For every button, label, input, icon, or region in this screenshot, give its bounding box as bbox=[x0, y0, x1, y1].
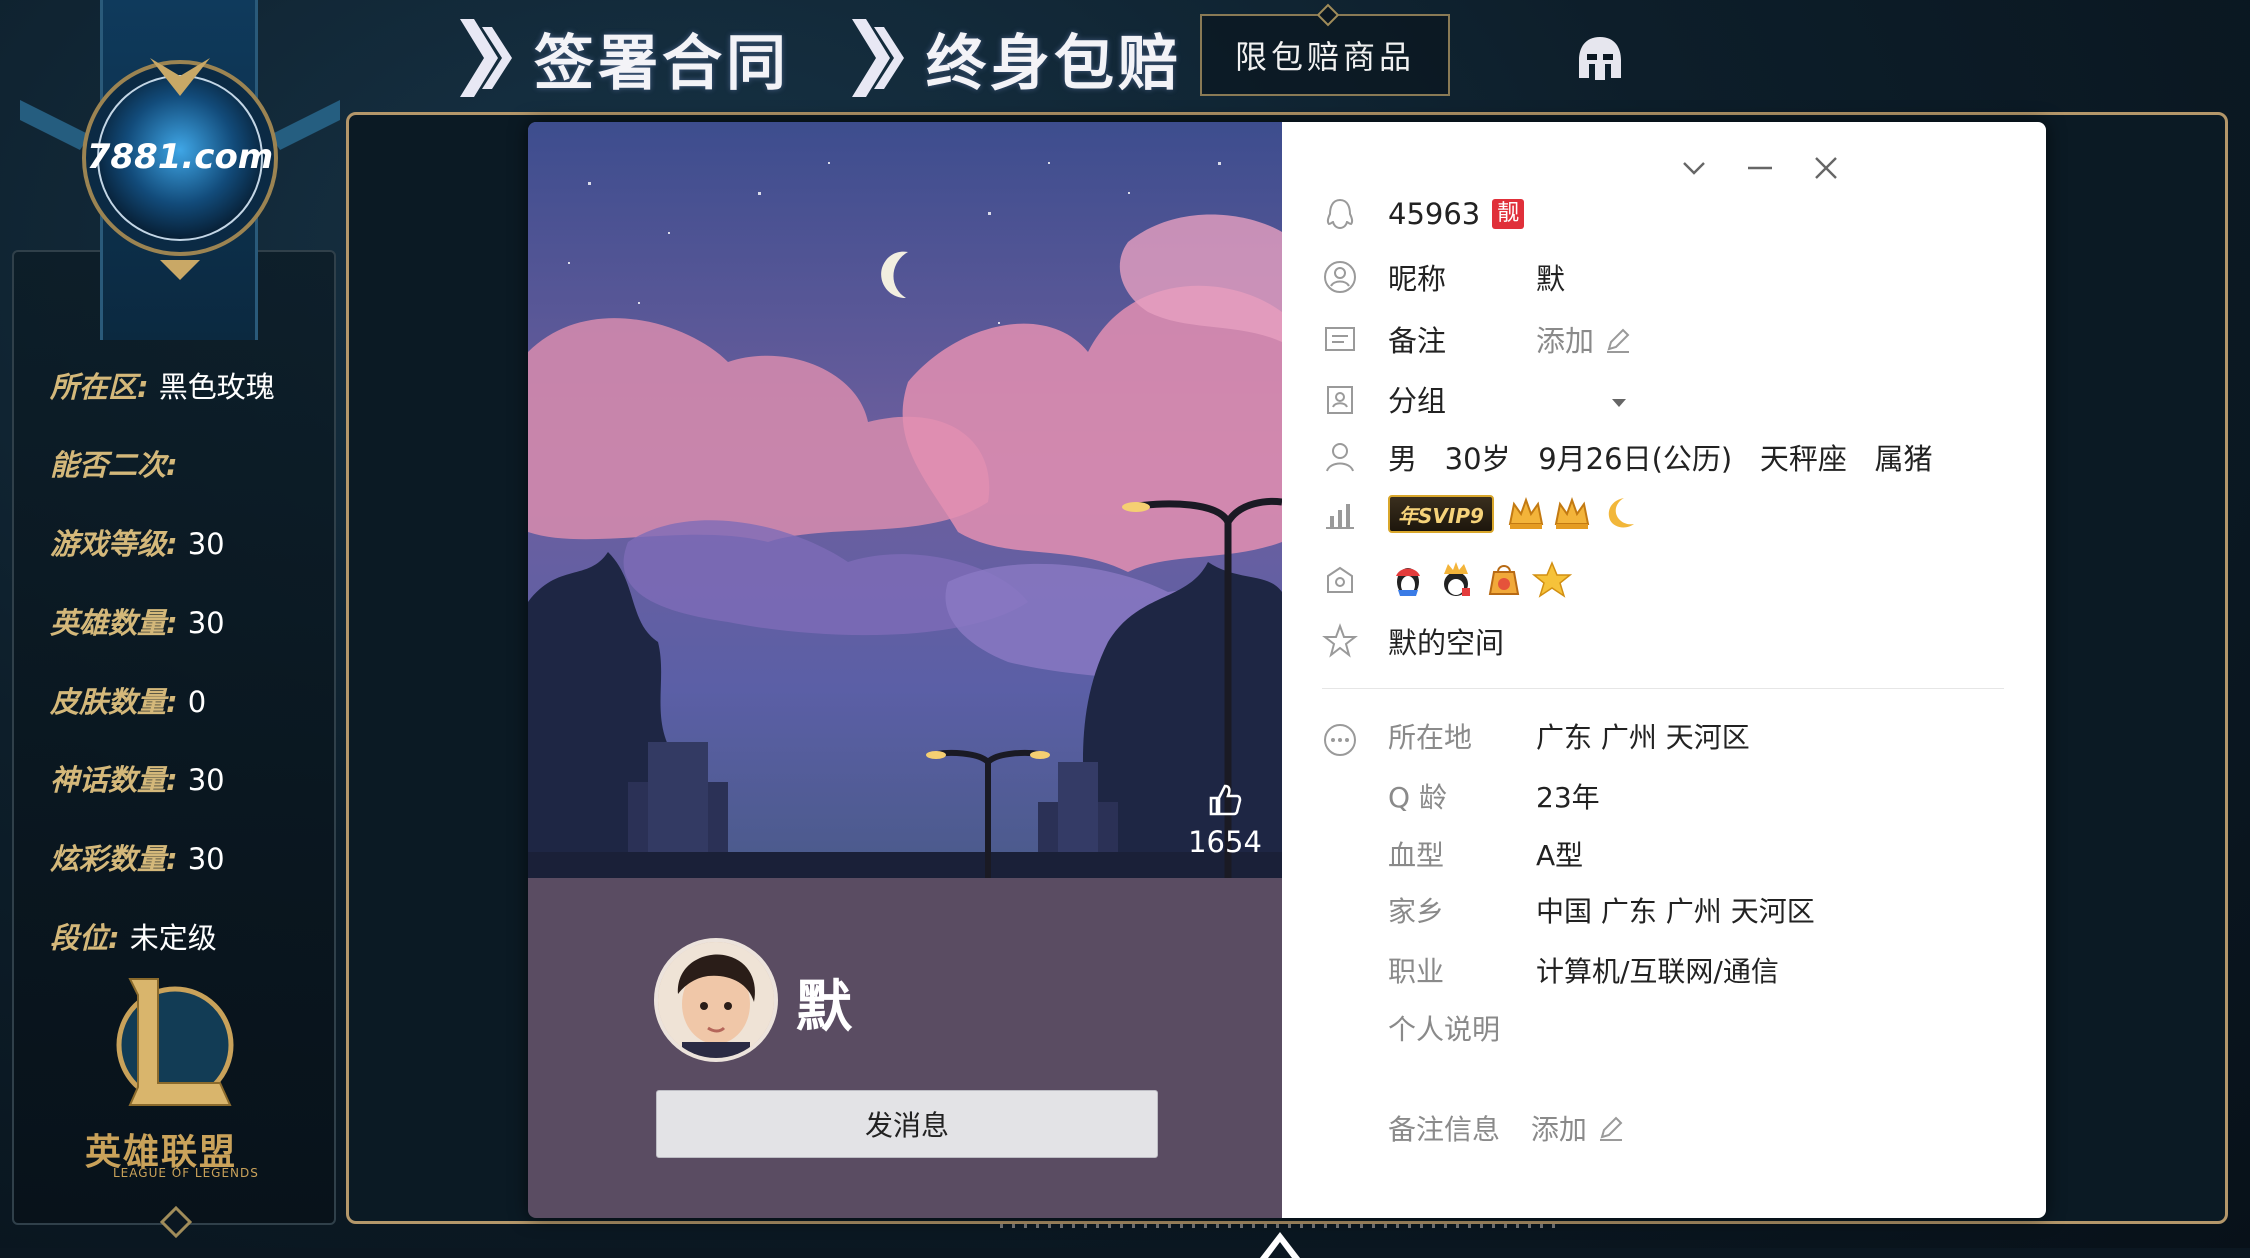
penguin-crown-icon[interactable] bbox=[1436, 560, 1476, 600]
profile-info-panel: 45963 靓 昵称 默 备注 添加 分组 男 30岁 9月26日(公历) 天秤… bbox=[1282, 122, 2046, 1218]
stat-rank: 段位: 未定级 bbox=[50, 921, 217, 955]
remark-add-button[interactable]: 添加 bbox=[1536, 318, 1633, 360]
svip-badge[interactable]: 年SVIP9 bbox=[1388, 495, 1494, 533]
send-message-label: 发消息 bbox=[864, 1109, 949, 1142]
like-count: 1654 bbox=[1188, 825, 1262, 859]
qq-number: 45963 bbox=[1388, 197, 1481, 231]
edit-pencil-icon bbox=[1599, 1116, 1623, 1141]
logo-emblem: 7881.com bbox=[20, 58, 340, 280]
lucky-bag-icon[interactable] bbox=[1484, 560, 1524, 600]
crown-icon[interactable] bbox=[1552, 494, 1592, 534]
avatar-image bbox=[658, 942, 774, 1058]
stat-server: 所在区: 黑色玫瑰 bbox=[50, 370, 275, 404]
moon-icon[interactable] bbox=[1598, 494, 1638, 534]
nickname-label: 昵称 bbox=[1388, 262, 1447, 296]
stat-chroma: 炫彩数量: 30 bbox=[50, 842, 225, 876]
remark-add-label: 添加 bbox=[1536, 324, 1595, 358]
detail-blood-type: 血型 A型 bbox=[1388, 839, 1584, 872]
diamond-ornament bbox=[1316, 3, 1340, 27]
thumbs-up-icon bbox=[1209, 784, 1242, 816]
detail-location: 所在地 广东 广州 天河区 bbox=[1388, 721, 1750, 754]
gift-box-icon bbox=[1327, 566, 1353, 593]
qq-profile-card: 1654 默 发消息 45963 靓 昵称 默 备注 添加 分组 男 30岁 9… bbox=[528, 122, 2046, 1218]
qq-number-row: 45963 靓 bbox=[1322, 196, 1525, 232]
person-icon bbox=[1326, 443, 1354, 472]
chevron-up-icon bbox=[1260, 1232, 1300, 1258]
star-icon[interactable] bbox=[1532, 560, 1572, 600]
edit-pencil-icon bbox=[1607, 328, 1630, 353]
nickname-value: 默 bbox=[1536, 262, 1566, 296]
minimize-icon[interactable] bbox=[1742, 150, 1778, 186]
header-lifetime: 终身包赔 bbox=[852, 18, 1182, 99]
detail-occupation: 职业 计算机/互联网/通信 bbox=[1388, 955, 1779, 988]
dropdown-arrow-icon bbox=[1612, 399, 1626, 407]
id-card-icon bbox=[1325, 327, 1355, 351]
logo-text: 7881.com bbox=[87, 137, 274, 177]
remark-info-label: 备注信息 bbox=[1388, 1113, 1501, 1146]
qq-penguin-icon bbox=[1326, 198, 1354, 230]
remark-info-add-button[interactable]: 添加 bbox=[1531, 1113, 1626, 1146]
crown-icon[interactable] bbox=[1506, 494, 1546, 534]
profile-cover-panel: 1654 默 发消息 bbox=[528, 122, 1282, 1218]
guarantee-goods-label: 限包赔商品 bbox=[1234, 38, 1415, 76]
detail-qq-age: Q 龄 23年 bbox=[1388, 781, 1600, 814]
group-row: 分组 bbox=[1322, 378, 1626, 420]
double-chevron-icon bbox=[460, 19, 512, 97]
group-dropdown[interactable] bbox=[1536, 382, 1626, 416]
group-label: 分组 bbox=[1388, 384, 1447, 418]
remark-row: 备注 添加 bbox=[1322, 318, 1633, 360]
remark-info-add-label: 添加 bbox=[1530, 1113, 1587, 1146]
detail-hometown: 家乡 中国 广东 广州 天河区 bbox=[1388, 895, 1815, 928]
league-logo-en: LEAGUE OF LEGENDS bbox=[113, 1166, 259, 1180]
divider bbox=[1322, 688, 2004, 689]
header-lifetime-label: 终身包赔 bbox=[926, 28, 1182, 99]
stat-level: 游戏等级: 30 bbox=[50, 527, 225, 561]
close-icon[interactable] bbox=[1808, 150, 1844, 186]
group-icon bbox=[1327, 386, 1353, 414]
basic-info-row: 男 30岁 9月26日(公历) 天秤座 属猪 bbox=[1322, 436, 1933, 478]
profile-name: 默 bbox=[796, 975, 852, 1040]
stat-skins: 皮肤数量: 0 bbox=[50, 685, 207, 719]
detail-bio: 个人说明 bbox=[1388, 1013, 1501, 1046]
qzone-row[interactable]: 默的空间 bbox=[1322, 620, 1504, 662]
user-circle-icon bbox=[1324, 261, 1356, 293]
stat-secondary: 能否二次: bbox=[50, 448, 178, 482]
header-contract: 签署合同 bbox=[460, 18, 790, 99]
left-info-panel: 7881.com 所在区: 黑色玫瑰 能否二次: 游戏等级: 30 英雄数量: … bbox=[0, 0, 340, 1248]
remark-info-row: 备注信息 添加 bbox=[1388, 1108, 1626, 1148]
stat-mythic: 神话数量: 30 bbox=[50, 763, 225, 797]
helmet-icon bbox=[1579, 37, 1621, 80]
header-contract-label: 签署合同 bbox=[534, 28, 790, 99]
basic-info: 男 30岁 9月26日(公历) 天秤座 属猪 bbox=[1388, 442, 1933, 476]
nickname-row: 昵称 默 bbox=[1322, 256, 1565, 298]
penguin-red-icon[interactable] bbox=[1388, 560, 1428, 600]
remark-label: 备注 bbox=[1388, 324, 1447, 358]
more-info-icon bbox=[1324, 724, 1356, 756]
diamond-ornament bbox=[160, 1206, 192, 1238]
send-message-button[interactable]: 发消息 bbox=[656, 1090, 1158, 1158]
pretty-number-tag: 靓 bbox=[1492, 199, 1525, 229]
avatar[interactable] bbox=[654, 938, 778, 1062]
chevron-down-icon[interactable] bbox=[1676, 150, 1712, 186]
stat-heroes: 英雄数量: 30 bbox=[50, 606, 225, 640]
star-outline-icon bbox=[1322, 623, 1358, 658]
guarantee-goods-button[interactable]: 限包赔商品 bbox=[1200, 3, 1450, 96]
badges-row bbox=[1322, 560, 1572, 600]
like-button[interactable]: 1654 bbox=[1180, 782, 1270, 859]
double-chevron-icon bbox=[852, 19, 904, 97]
cover-image bbox=[528, 122, 1282, 878]
qzone-label: 默的空间 bbox=[1388, 626, 1505, 660]
level-chart-icon bbox=[1326, 504, 1354, 529]
vip-row: 年SVIP9 bbox=[1322, 494, 1638, 534]
